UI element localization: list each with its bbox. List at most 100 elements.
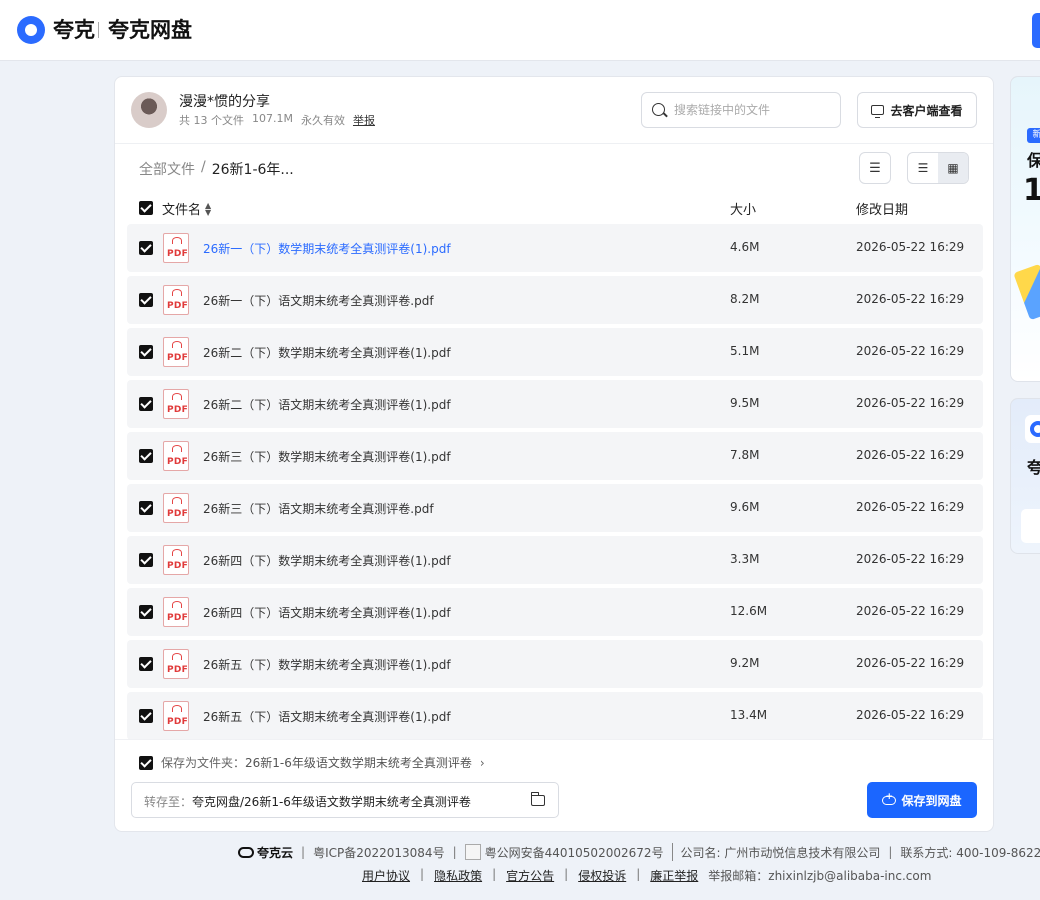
report-email: 举报邮箱：zhixinlzjb@alibaba-inc.com	[708, 869, 932, 883]
file-size: 3.3M	[730, 552, 760, 566]
row-checkbox[interactable]	[139, 241, 153, 255]
app-promo-button[interactable]	[1021, 509, 1040, 543]
cloud-save-icon	[882, 792, 897, 805]
breadcrumb-root[interactable]: 全部文件	[139, 159, 195, 179]
pdf-file-icon: PDF	[163, 285, 189, 315]
contact-phone: 联系方式: 400-109-8622	[900, 845, 1040, 860]
row-checkbox[interactable]	[139, 605, 153, 619]
brand-name[interactable]: 夸克	[53, 16, 95, 44]
row-checkbox[interactable]	[139, 553, 153, 567]
transfer-path: 夸克网盘/26新1-6年级语文数学期末统考全真测评卷	[192, 795, 471, 809]
file-name[interactable]: 26新五（下）数学期末统考全真测评卷(1).pdf	[203, 656, 451, 673]
file-name[interactable]: 26新三（下）数学期末统考全真测评卷(1).pdf	[203, 448, 451, 465]
file-name[interactable]: 26新三（下）语文期末统考全真测评卷.pdf	[203, 500, 434, 517]
table-row[interactable]: PDF 26新二（下）数学期末统考全真测评卷(1).pdf 5.1M 2026-…	[127, 328, 983, 376]
quark-logo-icon[interactable]	[17, 16, 45, 44]
file-date: 2026-05-22 16:29	[856, 396, 965, 410]
file-name[interactable]: 26新一（下）语文期末统考全真测评卷.pdf	[203, 292, 434, 309]
new-badge: 新	[1027, 128, 1040, 143]
file-name[interactable]: 26新二（下）语文期末统考全真测评卷(1).pdf	[203, 396, 451, 413]
file-date: 2026-05-22 16:29	[856, 448, 965, 462]
file-name[interactable]: 26新二（下）数学期末统考全真测评卷(1).pdf	[203, 344, 451, 361]
logo-divider	[98, 22, 99, 38]
transfer-label: 转存至：	[144, 795, 193, 809]
search-input[interactable]	[674, 100, 834, 120]
table-row[interactable]: PDF 26新四（下）语文期末统考全真测评卷(1).pdf 12.6M 2026…	[127, 588, 983, 636]
table-row[interactable]: PDF 26新一（下）数学期末统考全真测评卷(1).pdf 4.6M 2026-…	[127, 224, 983, 272]
row-checkbox[interactable]	[139, 449, 153, 463]
sort-arrows-icon: ▲ ▼	[205, 200, 212, 217]
header-divider	[115, 143, 993, 144]
icp-number[interactable]: 粤ICP备2022013084号	[313, 844, 445, 861]
grid-view-icon[interactable]: ▦	[938, 153, 968, 183]
privacy-policy-link[interactable]: 隐私政策	[434, 867, 482, 884]
ad-number: 1	[1023, 173, 1040, 208]
table-row[interactable]: PDF 26新二（下）语文期末统考全真测评卷(1).pdf 9.5M 2026-…	[127, 380, 983, 428]
quark-app-icon	[1025, 415, 1040, 443]
share-card: 漫漫*惯的分享 共 13 个文件 107.1M 永久有效 举报 去客户端查看 全…	[114, 76, 994, 832]
file-name[interactable]: 26新四（下）语文期末统考全真测评卷(1).pdf	[203, 604, 451, 621]
product-name[interactable]: 夸克网盘	[108, 16, 192, 44]
save-as-folder-checkbox[interactable]	[139, 755, 153, 770]
header-action-button[interactable]	[1032, 13, 1040, 48]
pdf-file-icon: PDF	[163, 493, 189, 523]
table-row[interactable]: PDF 26新三（下）语文期末统考全真测评卷.pdf 9.6M 2026-05-…	[127, 484, 983, 532]
save-to-drive-button[interactable]: 保存到网盘	[867, 782, 977, 818]
share-title: 漫漫*惯的分享	[179, 94, 270, 110]
table-row[interactable]: PDF 26新四（下）数学期末统考全真测评卷(1).pdf 3.3M 2026-…	[127, 536, 983, 584]
file-size: 9.2M	[730, 656, 760, 670]
report-link[interactable]: 举报	[353, 112, 375, 128]
save-to-drive-label: 保存到网盘	[901, 793, 962, 808]
list-view-icon[interactable]: ☰	[908, 153, 938, 183]
row-checkbox[interactable]	[139, 657, 153, 671]
pdf-file-icon: PDF	[163, 337, 189, 367]
table-row[interactable]: PDF 26新五（下）数学期末统考全真测评卷(1).pdf 9.2M 2026-…	[127, 640, 983, 688]
open-client-button[interactable]: 去客户端查看	[857, 92, 977, 128]
ad-title: 保	[1027, 147, 1040, 171]
file-name[interactable]: 26新四（下）数学期末统考全真测评卷(1).pdf	[203, 552, 451, 569]
file-size: 9.6M	[730, 500, 760, 514]
table-row[interactable]: PDF 26新一（下）语文期末统考全真测评卷.pdf 8.2M 2026-05-…	[127, 276, 983, 324]
page-footer-info: 夸克云 | 粤ICP备2022013084号 | 粤公网安备4401050200…	[238, 843, 1040, 861]
row-checkbox[interactable]	[139, 293, 153, 307]
search-icon	[652, 103, 665, 116]
sort-button[interactable]: ☰	[859, 152, 891, 184]
validity: 永久有效	[300, 114, 345, 127]
user-agreement-link[interactable]: 用户协议	[362, 867, 410, 884]
police-number[interactable]: 粤公网安备44010502002672号	[485, 844, 664, 861]
integrity-report-link[interactable]: 廉正举报	[650, 867, 698, 884]
side-ad-banner[interactable]: 新 保 1	[1010, 76, 1040, 382]
file-name[interactable]: 26新一（下）数学期末统考全真测评卷(1).pdf	[203, 240, 451, 257]
row-checkbox[interactable]	[139, 709, 153, 723]
row-checkbox[interactable]	[139, 345, 153, 359]
folder-icon[interactable]	[530, 792, 545, 806]
infringement-link[interactable]: 侵权投诉	[578, 867, 626, 884]
pdf-file-icon: PDF	[163, 389, 189, 419]
select-all-checkbox[interactable]	[139, 201, 153, 215]
file-name[interactable]: 26新五（下）语文期末统考全真测评卷(1).pdf	[203, 708, 451, 725]
save-as-folder-option[interactable]: 保存为文件夹：26新1-6年级语文数学期末统考全真测评卷 ›	[139, 754, 485, 771]
row-checkbox[interactable]	[139, 397, 153, 411]
file-date: 2026-05-22 16:29	[856, 292, 965, 306]
pdf-file-icon: PDF	[163, 233, 189, 263]
chevron-right-icon[interactable]: ›	[480, 756, 485, 770]
file-size: 12.6M	[730, 604, 768, 618]
file-size: 5.1M	[730, 344, 760, 358]
row-checkbox[interactable]	[139, 501, 153, 515]
company-name: 公司名: 广州市动悦信息技术有限公司	[680, 845, 881, 860]
app-promo-title: 夸	[1027, 454, 1040, 478]
file-count: 共 13 个文件	[179, 114, 244, 127]
open-client-label: 去客户端查看	[890, 103, 963, 118]
search-box[interactable]	[641, 92, 841, 128]
pdf-file-icon: PDF	[163, 597, 189, 627]
table-row[interactable]: PDF 26新五（下）语文期末统考全真测评卷(1).pdf 13.4M 2026…	[127, 692, 983, 740]
ad-illustration	[1013, 263, 1040, 321]
transfer-destination[interactable]: 转存至： 夸克网盘/26新1-6年级语文数学期末统考全真测评卷	[131, 782, 559, 818]
monitor-icon	[871, 105, 885, 118]
announcement-link[interactable]: 官方公告	[506, 867, 554, 884]
side-app-promo[interactable]: 夸	[1010, 398, 1040, 554]
column-name[interactable]: 文件名 ▲ ▼	[162, 199, 211, 218]
file-size: 7.8M	[730, 448, 760, 462]
table-row[interactable]: PDF 26新三（下）数学期末统考全真测评卷(1).pdf 7.8M 2026-…	[127, 432, 983, 480]
file-date: 2026-05-22 16:29	[856, 240, 965, 254]
